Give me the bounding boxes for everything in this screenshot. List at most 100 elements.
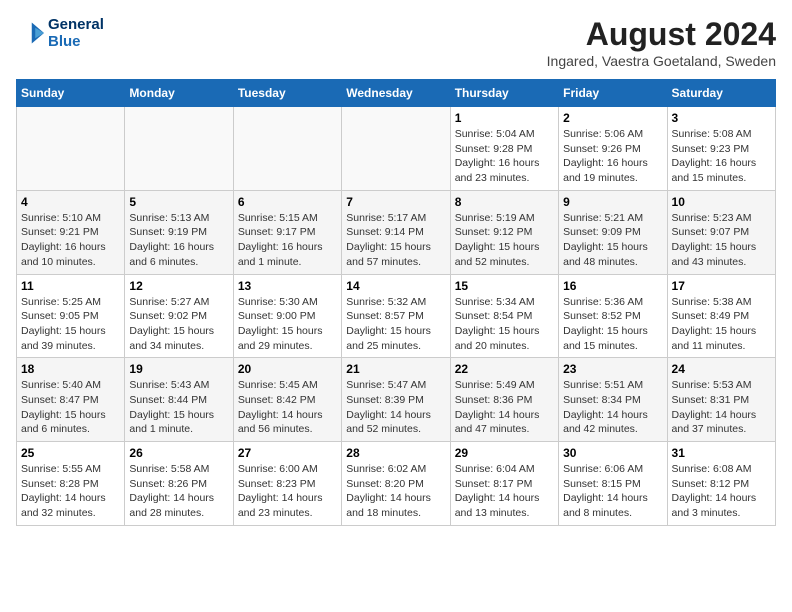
calendar-week-row: 4 Sunrise: 5:10 AMSunset: 9:21 PMDaylight…	[17, 190, 776, 274]
day-number: 5	[129, 195, 228, 209]
day-number: 3	[672, 111, 771, 125]
day-info: Sunrise: 6:02 AMSunset: 8:20 PMDaylight:…	[346, 462, 445, 521]
day-info: Sunrise: 5:19 AMSunset: 9:12 PMDaylight:…	[455, 211, 554, 270]
day-number: 24	[672, 362, 771, 376]
day-number: 14	[346, 279, 445, 293]
calendar-cell: 17 Sunrise: 5:38 AMSunset: 8:49 PMDayligh…	[667, 274, 775, 358]
location-title: Ingared, Vaestra Goetaland, Sweden	[547, 53, 776, 69]
day-number: 11	[21, 279, 120, 293]
calendar-cell: 18 Sunrise: 5:40 AMSunset: 8:47 PMDayligh…	[17, 358, 125, 442]
day-info: Sunrise: 5:25 AMSunset: 9:05 PMDaylight:…	[21, 295, 120, 354]
calendar-table: SundayMondayTuesdayWednesdayThursdayFrid…	[16, 79, 776, 526]
day-number: 2	[563, 111, 662, 125]
day-info: Sunrise: 5:23 AMSunset: 9:07 PMDaylight:…	[672, 211, 771, 270]
calendar-cell: 3 Sunrise: 5:08 AMSunset: 9:23 PMDaylight…	[667, 107, 775, 191]
day-info: Sunrise: 5:17 AMSunset: 9:14 PMDaylight:…	[346, 211, 445, 270]
day-info: Sunrise: 5:06 AMSunset: 9:26 PMDaylight:…	[563, 127, 662, 186]
day-info: Sunrise: 5:08 AMSunset: 9:23 PMDaylight:…	[672, 127, 771, 186]
calendar-cell	[125, 107, 233, 191]
calendar-cell: 20 Sunrise: 5:45 AMSunset: 8:42 PMDayligh…	[233, 358, 341, 442]
calendar-cell: 6 Sunrise: 5:15 AMSunset: 9:17 PMDaylight…	[233, 190, 341, 274]
calendar-week-row: 25Sunrise: 5:55 AMSunset: 8:28 PMDayligh…	[17, 442, 776, 526]
day-number: 23	[563, 362, 662, 376]
day-info: Sunrise: 5:34 AMSunset: 8:54 PMDaylight:…	[455, 295, 554, 354]
day-number: 26	[129, 446, 228, 460]
day-info: Sunrise: 5:58 AMSunset: 8:26 PMDaylight:…	[129, 462, 228, 521]
calendar-cell: 27Sunrise: 6:00 AMSunset: 8:23 PMDayligh…	[233, 442, 341, 526]
weekday-header: Wednesday	[342, 80, 450, 107]
day-number: 6	[238, 195, 337, 209]
day-info: Sunrise: 5:53 AMSunset: 8:31 PMDaylight:…	[672, 378, 771, 437]
calendar-cell: 12 Sunrise: 5:27 AMSunset: 9:02 PMDayligh…	[125, 274, 233, 358]
day-number: 25	[21, 446, 120, 460]
calendar-cell: 19 Sunrise: 5:43 AMSunset: 8:44 PMDayligh…	[125, 358, 233, 442]
day-number: 18	[21, 362, 120, 376]
day-number: 20	[238, 362, 337, 376]
day-number: 17	[672, 279, 771, 293]
logo-icon	[16, 19, 44, 47]
day-number: 16	[563, 279, 662, 293]
calendar-week-row: 1Sunrise: 5:04 AMSunset: 9:28 PMDaylight…	[17, 107, 776, 191]
day-number: 8	[455, 195, 554, 209]
day-number: 22	[455, 362, 554, 376]
calendar-cell: 23 Sunrise: 5:51 AMSunset: 8:34 PMDayligh…	[559, 358, 667, 442]
day-info: Sunrise: 5:38 AMSunset: 8:49 PMDaylight:…	[672, 295, 771, 354]
day-info: Sunrise: 5:27 AMSunset: 9:02 PMDaylight:…	[129, 295, 228, 354]
day-info: Sunrise: 5:40 AMSunset: 8:47 PMDaylight:…	[21, 378, 120, 437]
calendar-cell: 13Sunrise: 5:30 AMSunset: 9:00 PMDayligh…	[233, 274, 341, 358]
weekday-header: Thursday	[450, 80, 558, 107]
calendar-cell	[17, 107, 125, 191]
calendar-cell: 10 Sunrise: 5:23 AMSunset: 9:07 PMDayligh…	[667, 190, 775, 274]
calendar-cell: 5 Sunrise: 5:13 AMSunset: 9:19 PMDaylight…	[125, 190, 233, 274]
calendar-cell: 15 Sunrise: 5:34 AMSunset: 8:54 PMDayligh…	[450, 274, 558, 358]
title-area: August 2024 Ingared, Vaestra Goetaland, …	[547, 16, 776, 69]
day-info: Sunrise: 6:08 AMSunset: 8:12 PMDaylight:…	[672, 462, 771, 521]
calendar-cell: 25Sunrise: 5:55 AMSunset: 8:28 PMDayligh…	[17, 442, 125, 526]
calendar-cell	[233, 107, 341, 191]
day-number: 4	[21, 195, 120, 209]
day-number: 27	[238, 446, 337, 460]
day-info: Sunrise: 5:32 AMSunset: 8:57 PMDaylight:…	[346, 295, 445, 354]
day-info: Sunrise: 5:47 AMSunset: 8:39 PMDaylight:…	[346, 378, 445, 437]
day-number: 12	[129, 279, 228, 293]
calendar-cell: 14 Sunrise: 5:32 AMSunset: 8:57 PMDayligh…	[342, 274, 450, 358]
calendar-cell: 28Sunrise: 6:02 AMSunset: 8:20 PMDayligh…	[342, 442, 450, 526]
day-info: Sunrise: 5:10 AMSunset: 9:21 PMDaylight:…	[21, 211, 120, 270]
calendar-cell: 2 Sunrise: 5:06 AMSunset: 9:26 PMDaylight…	[559, 107, 667, 191]
calendar-cell: 31 Sunrise: 6:08 AMSunset: 8:12 PMDayligh…	[667, 442, 775, 526]
day-info: Sunrise: 5:13 AMSunset: 9:19 PMDaylight:…	[129, 211, 228, 270]
day-number: 10	[672, 195, 771, 209]
calendar-cell: 7Sunrise: 5:17 AMSunset: 9:14 PMDaylight…	[342, 190, 450, 274]
day-info: Sunrise: 5:49 AMSunset: 8:36 PMDaylight:…	[455, 378, 554, 437]
day-number: 13	[238, 279, 337, 293]
day-info: Sunrise: 5:15 AMSunset: 9:17 PMDaylight:…	[238, 211, 337, 270]
calendar-cell: 26 Sunrise: 5:58 AMSunset: 8:26 PMDayligh…	[125, 442, 233, 526]
weekday-header: Friday	[559, 80, 667, 107]
calendar-week-row: 11 Sunrise: 5:25 AMSunset: 9:05 PMDayligh…	[17, 274, 776, 358]
day-info: Sunrise: 5:43 AMSunset: 8:44 PMDaylight:…	[129, 378, 228, 437]
calendar-cell	[342, 107, 450, 191]
calendar-cell: 29Sunrise: 6:04 AMSunset: 8:17 PMDayligh…	[450, 442, 558, 526]
day-info: Sunrise: 6:04 AMSunset: 8:17 PMDaylight:…	[455, 462, 554, 521]
day-info: Sunrise: 5:21 AMSunset: 9:09 PMDaylight:…	[563, 211, 662, 270]
day-number: 31	[672, 446, 771, 460]
calendar-header-row: SundayMondayTuesdayWednesdayThursdayFrid…	[17, 80, 776, 107]
calendar-cell: 21 Sunrise: 5:47 AMSunset: 8:39 PMDayligh…	[342, 358, 450, 442]
weekday-header: Tuesday	[233, 80, 341, 107]
weekday-header: Monday	[125, 80, 233, 107]
day-number: 9	[563, 195, 662, 209]
calendar-cell: 1Sunrise: 5:04 AMSunset: 9:28 PMDaylight…	[450, 107, 558, 191]
calendar-cell: 4 Sunrise: 5:10 AMSunset: 9:21 PMDaylight…	[17, 190, 125, 274]
day-info: Sunrise: 5:51 AMSunset: 8:34 PMDaylight:…	[563, 378, 662, 437]
day-number: 21	[346, 362, 445, 376]
day-number: 30	[563, 446, 662, 460]
day-number: 15	[455, 279, 554, 293]
day-info: Sunrise: 5:45 AMSunset: 8:42 PMDaylight:…	[238, 378, 337, 437]
calendar-week-row: 18 Sunrise: 5:40 AMSunset: 8:47 PMDayligh…	[17, 358, 776, 442]
day-number: 19	[129, 362, 228, 376]
calendar-cell: 11 Sunrise: 5:25 AMSunset: 9:05 PMDayligh…	[17, 274, 125, 358]
calendar-cell: 22 Sunrise: 5:49 AMSunset: 8:36 PMDayligh…	[450, 358, 558, 442]
day-number: 1	[455, 111, 554, 125]
calendar-cell: 30Sunrise: 6:06 AMSunset: 8:15 PMDayligh…	[559, 442, 667, 526]
calendar-cell: 24 Sunrise: 5:53 AMSunset: 8:31 PMDayligh…	[667, 358, 775, 442]
